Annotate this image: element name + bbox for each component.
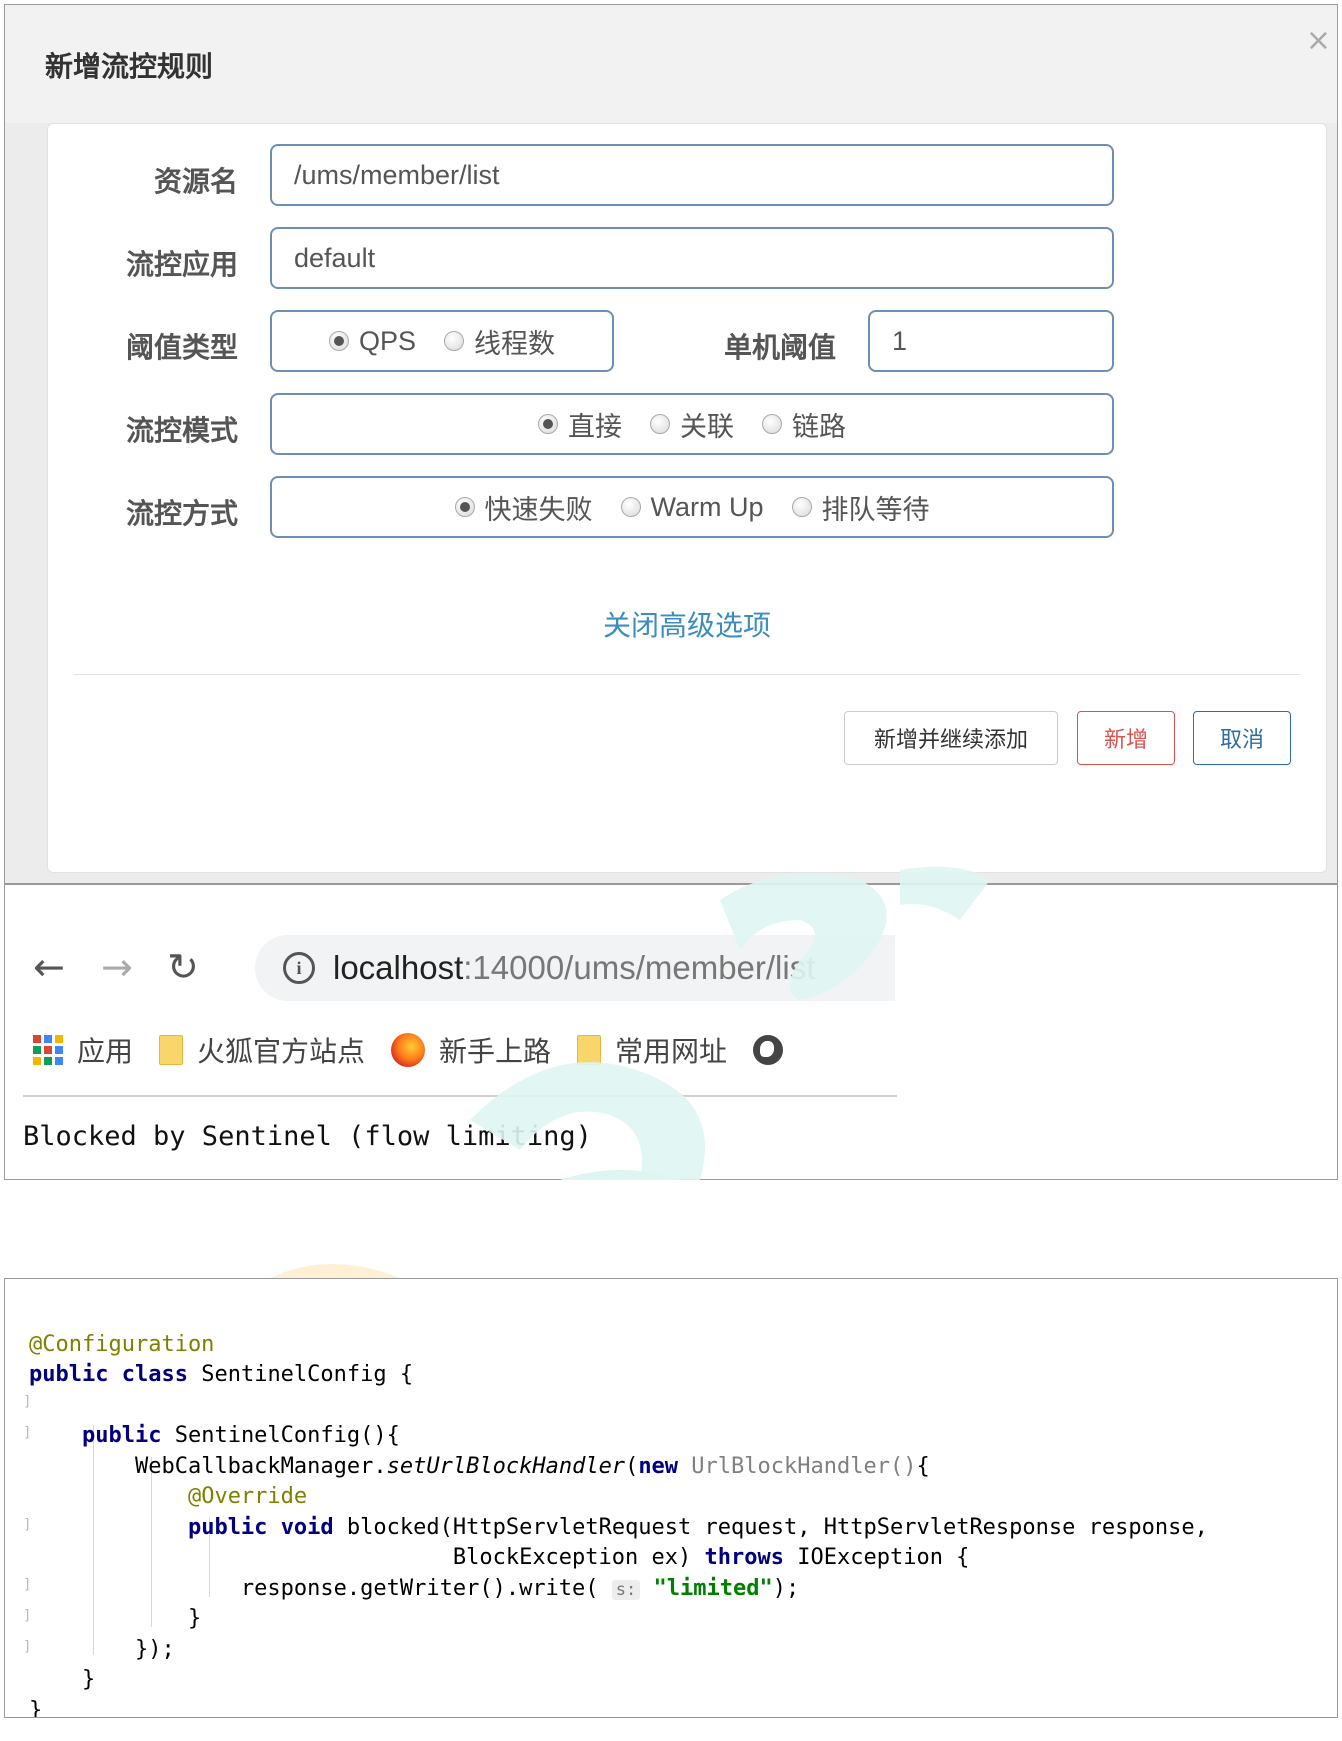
radio-fast-fail[interactable]: 快速失败 <box>454 488 593 527</box>
code-line: BlockException ex) throws IOException { <box>452 1545 970 1570</box>
mode-label: 流控模式 <box>125 414 238 447</box>
threshold-row: 阈值类型 QPS 线程数 单机阈值 <box>48 310 1326 374</box>
apps-grid-icon <box>33 1035 63 1065</box>
param-hint: s: <box>611 1579 641 1600</box>
forward-icon[interactable]: → <box>101 945 133 989</box>
cancel-button[interactable]: 取消 <box>1193 711 1291 765</box>
folder-icon <box>159 1035 184 1065</box>
resource-label: 资源名 <box>153 165 238 198</box>
flow-rule-dialog: 新增流控规则 × 资源名 流控应用 阈值类型 QPS 线程数 单机阈值 <box>4 4 1338 884</box>
radio-associate[interactable]: 关联 <box>650 405 734 444</box>
app-field[interactable] <box>270 227 1114 289</box>
radio-thread-count[interactable]: 线程数 <box>444 322 555 361</box>
browser-window: ← → ↻ i localhost:14000/ums/member/list … <box>4 884 1338 1180</box>
radio-warm-up[interactable]: Warm Up <box>620 492 764 523</box>
app-label: 流控应用 <box>125 248 238 281</box>
radio-unchecked-icon <box>762 414 782 434</box>
bookmark-apps[interactable]: 应用 <box>33 1030 133 1070</box>
mode-row: 流控模式 直接 关联 链路 <box>48 393 1326 457</box>
code-line: } <box>29 1697 43 1718</box>
single-threshold-field[interactable] <box>868 310 1114 372</box>
app-input[interactable] <box>272 229 1112 287</box>
close-icon[interactable]: × <box>1306 23 1331 58</box>
app-row: 流控应用 <box>48 227 1326 291</box>
folder-icon <box>577 1035 602 1065</box>
bookmark-getting-started[interactable]: 新手上路 <box>391 1030 551 1070</box>
code-line: response.getWriter().write( s: "limited"… <box>240 1575 800 1601</box>
code-line: WebCallbackManager.setUrlBlockHandler(ne… <box>134 1453 930 1479</box>
code-block: @Configuration public class SentinelConfi… <box>29 1299 1208 1718</box>
resource-field[interactable] <box>270 144 1114 206</box>
dialog-header: 新增流控规则 × <box>5 5 1337 123</box>
radio-chain[interactable]: 链路 <box>762 405 846 444</box>
code-panel: ] ] ] ] ] ] @Configuration public class S… <box>4 1278 1338 1718</box>
radio-queue[interactable]: 排队等待 <box>791 488 930 527</box>
radio-unchecked-icon <box>444 331 465 351</box>
mode-group: 直接 关联 链路 <box>270 393 1114 455</box>
code-line: @Configuration <box>29 1331 215 1357</box>
url-host: localhost <box>333 949 464 986</box>
effect-row: 流控方式 快速失败 Warm Up 排队等待 <box>48 476 1326 540</box>
globe-icon <box>753 1035 784 1065</box>
reload-icon[interactable]: ↻ <box>167 945 199 989</box>
footer-divider <box>74 674 1300 675</box>
threshold-type-label: 阈值类型 <box>125 331 238 364</box>
code-line: public SentinelConfig(){ <box>81 1423 400 1448</box>
bookmark-common-sites[interactable]: 常用网址 <box>577 1030 727 1070</box>
add-and-continue-button[interactable]: 新增并继续添加 <box>844 711 1058 765</box>
address-bar[interactable]: i localhost:14000/ums/member/list <box>255 935 895 1001</box>
page-content-text: Blocked by Sentinel (flow limiting) <box>23 1121 592 1152</box>
bookmarks-bar: 应用 火狐官方站点 新手上路 常用网址 <box>33 1025 784 1075</box>
effect-group: 快速失败 Warm Up 排队等待 <box>270 476 1114 538</box>
firefox-icon <box>391 1033 426 1067</box>
info-icon[interactable]: i <box>283 952 315 984</box>
resource-row: 资源名 <box>48 144 1326 208</box>
single-threshold-input[interactable] <box>870 312 1112 370</box>
code-line: } <box>187 1606 202 1631</box>
bookmark-firefox-site[interactable]: 火狐官方站点 <box>159 1030 365 1070</box>
radio-unchecked-icon <box>791 497 812 517</box>
radio-unchecked-icon <box>650 414 670 434</box>
radio-qps[interactable]: QPS <box>328 326 416 357</box>
radio-unchecked-icon <box>620 497 641 517</box>
url-path: :14000/ums/member/list <box>463 949 816 986</box>
radio-direct[interactable]: 直接 <box>538 405 622 444</box>
radio-checked-icon <box>328 331 349 351</box>
single-threshold-label: 单机阈值 <box>723 331 836 364</box>
add-button[interactable]: 新增 <box>1077 711 1175 765</box>
code-line: public class SentinelConfig { <box>29 1362 414 1387</box>
effect-label: 流控方式 <box>125 497 238 530</box>
toggle-advanced-link[interactable]: 关闭高级选项 <box>48 604 1326 644</box>
code-line: }); <box>134 1636 175 1662</box>
code-line: public void blocked(HttpServletRequest r… <box>187 1514 1208 1540</box>
back-icon[interactable]: ← <box>33 945 65 989</box>
resource-input[interactable] <box>272 146 1112 204</box>
code-line: @Override <box>187 1484 308 1509</box>
threshold-type-group: QPS 线程数 <box>270 310 614 372</box>
toolbar-separator <box>23 1095 897 1097</box>
code-line: } <box>81 1667 96 1692</box>
bookmark-globe[interactable] <box>753 1035 784 1065</box>
dialog-title: 新增流控规则 <box>45 50 214 83</box>
radio-checked-icon <box>454 497 475 517</box>
dialog-body: 资源名 流控应用 阈值类型 QPS 线程数 单机阈值 <box>47 123 1327 873</box>
radio-checked-icon <box>538 414 558 434</box>
